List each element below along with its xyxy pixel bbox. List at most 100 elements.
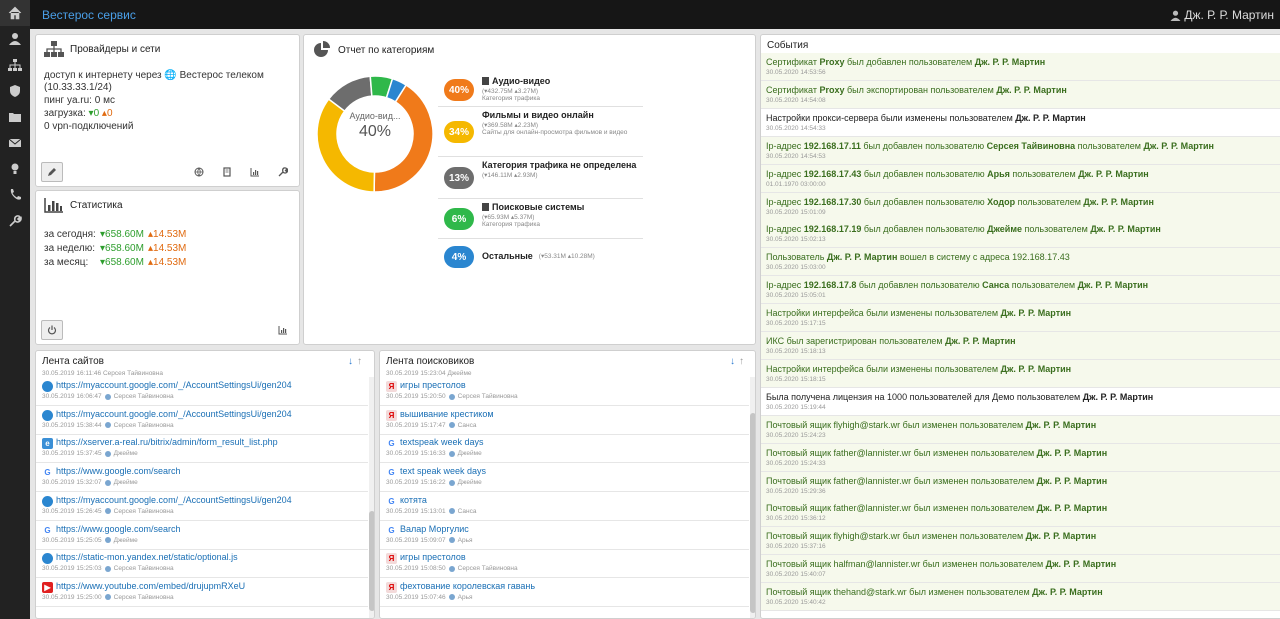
- event-row[interactable]: Настройки прокси-сервера были изменены п…: [761, 109, 1280, 137]
- event-entity: Дж. Р. Р. Мартин: [1000, 308, 1072, 319]
- search-feed-item[interactable]: Явышивание крестиком 30.05.2019 15:17:47 С…: [380, 406, 749, 435]
- site-feed-item[interactable]: https://myaccount.google.com/_/AccountSe…: [36, 492, 368, 521]
- sidebar-item-folder[interactable]: [0, 104, 30, 130]
- user-icon: [448, 422, 455, 429]
- event-row[interactable]: Почтовый ящик father@lannister.wr был из…: [761, 443, 1280, 472]
- sidebar-item-wrench[interactable]: [0, 208, 30, 234]
- stats-chart-button[interactable]: [276, 323, 290, 337]
- site-feed-item[interactable]: Ghttps://www.google.com/search 30.05.2019…: [36, 521, 368, 550]
- category-row[interactable]: 34% Фильмы и видео онлайн (▾369.58M ▴2.23M…: [438, 107, 643, 157]
- event-row[interactable]: Настройки интерфейса были изменены польз…: [761, 304, 1280, 333]
- event-row[interactable]: Ip-адрес 192.168.17.19 был добавлен поль…: [761, 220, 1280, 249]
- site-feed-item[interactable]: ▶ https://www.youtube.com/embed/drujupmRX…: [36, 578, 368, 607]
- sort-down-icon[interactable]: ↓: [730, 356, 735, 367]
- youtube-icon: ▶: [42, 581, 53, 593]
- event-text-part: вошел в систему с адреса 192.168.17.43: [897, 252, 1070, 263]
- search-query[interactable]: Валар Моргулис: [400, 524, 469, 534]
- event-row[interactable]: Пользователь Дж. Р. Р. Мартин вошел в си…: [761, 248, 1280, 277]
- search-feed-item[interactable]: Яфехтование королевская гавань 30.05.2019…: [380, 578, 749, 607]
- sort-up-icon[interactable]: ↑: [357, 356, 362, 367]
- site-url[interactable]: https://www.youtube.com/embed/drujupmRXe…: [56, 581, 245, 591]
- user-icon: [448, 594, 455, 601]
- search-query[interactable]: фехтование королевская гавань: [400, 581, 535, 591]
- site-url[interactable]: https://myaccount.google.com/_/AccountSe…: [56, 409, 292, 419]
- category-name: Категория трафика не определена: [482, 160, 637, 170]
- search-scrollbar[interactable]: [750, 377, 755, 618]
- sidebar-item-sitemap[interactable]: [0, 52, 30, 78]
- event-row[interactable]: Почтовый ящик thehand@stark.wr был измен…: [761, 583, 1280, 612]
- search-query[interactable]: text speak week days: [400, 466, 486, 476]
- globe-button[interactable]: [192, 165, 206, 179]
- power-button[interactable]: [41, 320, 63, 340]
- feed-meta: 30.05.2019 16:06:47 Серсея Тайвиновна: [42, 393, 174, 400]
- site-feed-item[interactable]: https://static-mon.yandex.net/static/opt…: [36, 549, 368, 579]
- event-text-part: Ip-адрес: [766, 140, 804, 151]
- wrench-button[interactable]: [276, 165, 290, 179]
- search-scroll-thumb[interactable]: [750, 413, 755, 613]
- search-query[interactable]: игры престолов: [400, 380, 466, 390]
- search-query[interactable]: котята: [400, 495, 427, 505]
- site-url[interactable]: https://static-mon.yandex.net/static/opt…: [56, 552, 238, 562]
- event-row[interactable]: Почтовый ящик halfman@lannister.wr был и…: [761, 555, 1280, 584]
- event-row[interactable]: Почтовый ящик father@lannister.wr был из…: [761, 471, 1280, 500]
- sidebar-item-envelope[interactable]: [0, 130, 30, 156]
- site-url[interactable]: https://xserver.a-real.ru/bitrix/admin/f…: [56, 437, 278, 447]
- current-user[interactable]: Дж. Р. Р. Мартин: [1170, 8, 1274, 22]
- site-url[interactable]: https://myaccount.google.com/_/AccountSe…: [56, 380, 292, 390]
- search-feed-item[interactable]: Gкотята 30.05.2019 15:13:01 Санса: [380, 492, 749, 521]
- event-row[interactable]: Почтовый ящик flyhigh@stark.wr был измен…: [761, 415, 1280, 444]
- event-row[interactable]: Сертификат Proxy был добавлен пользовате…: [761, 53, 1280, 81]
- sidebar-item-lightbulb[interactable]: [0, 156, 30, 182]
- category-row[interactable]: 4% Остальные (▾53.31M ▴10.28M): [438, 239, 643, 275]
- event-row[interactable]: Ip-адрес 192.168.17.43 был добавлен поль…: [761, 164, 1280, 193]
- site-feed-item[interactable]: https://myaccount.google.com/_/AccountSe…: [36, 377, 368, 406]
- event-row[interactable]: Ip-адрес 192.168.17.11 был добавлен поль…: [761, 136, 1280, 165]
- book-button[interactable]: [220, 165, 234, 179]
- event-row[interactable]: Была получена лицензия на 1000 пользоват…: [761, 388, 1280, 416]
- category-row[interactable]: 13% Категория трафика не определена (▾146.…: [438, 157, 643, 199]
- search-feed-item[interactable]: Яигры престолов 30.05.2019 15:20:50 Серсея…: [380, 377, 749, 406]
- event-row[interactable]: Ip-адрес 192.168.17.30 был добавлен поль…: [761, 192, 1280, 221]
- search-feed-item[interactable]: Яигры престолов 30.05.2019 15:08:50 Серсея…: [380, 549, 749, 579]
- search-feed-item[interactable]: Gtextspeak week days 30.05.2019 15:16:33 Д…: [380, 434, 749, 464]
- sidebar-item-phone[interactable]: [0, 182, 30, 208]
- event-row[interactable]: Настройки интерфейса были изменены польз…: [761, 359, 1280, 388]
- event-row[interactable]: Сертификат Proxy был экспортирован польз…: [761, 80, 1280, 109]
- sidebar-item-shield[interactable]: [0, 78, 30, 104]
- event-row[interactable]: Ip-адрес 192.168.17.8 был добавлен польз…: [761, 276, 1280, 305]
- search-feed-item[interactable]: G Валар Моргулис 30.05.2019 15:09:07 Арья: [380, 521, 749, 550]
- event-row[interactable]: Почтовый ящик father@lannister.wr был из…: [761, 499, 1280, 528]
- event-row[interactable]: Почтовый ящик flyhigh@stark.wr был измен…: [761, 527, 1280, 556]
- site-feed-item[interactable]: e https://xserver.a-real.ru/bitrix/admin/…: [36, 434, 368, 464]
- site-url[interactable]: https://myaccount.google.com/_/AccountSe…: [56, 495, 292, 505]
- event-timestamp: 30.05.2020 15:02:13: [766, 236, 826, 244]
- sort-up-icon[interactable]: ↑: [739, 356, 744, 367]
- search-query[interactable]: вышивание крестиком: [400, 409, 494, 419]
- site-url[interactable]: https://www.google.com/search: [56, 524, 181, 534]
- search-query[interactable]: textspeak week days: [400, 437, 484, 447]
- sidebar-item-user[interactable]: [0, 26, 30, 52]
- provider-name[interactable]: Вестерос телеком: [180, 70, 264, 81]
- user-icon: [448, 450, 455, 457]
- feed-date: 30.05.2019 15:32:07: [42, 479, 102, 487]
- site-url[interactable]: https://www.google.com/search: [56, 466, 181, 476]
- app-title[interactable]: Вестерос сервис: [42, 8, 136, 22]
- site-feed-item[interactable]: Ghttps://www.google.com/search 30.05.2019…: [36, 463, 368, 493]
- feed-date: 30.05.2019 15:09:07: [386, 536, 446, 544]
- category-row[interactable]: 6% Поисковые системы (▾65.93M ▴5.37M) Катег…: [438, 199, 643, 239]
- search-feed-item[interactable]: Gtext speak week days 30.05.2019 15:16:22…: [380, 463, 749, 493]
- sites-scrollbar[interactable]: [369, 377, 374, 618]
- site-feed-item[interactable]: https://myaccount.google.com/_/AccountSe…: [36, 406, 368, 435]
- search-query[interactable]: игры престолов: [400, 552, 466, 562]
- chart-button[interactable]: [248, 165, 262, 179]
- sort-down-icon[interactable]: ↓: [348, 356, 353, 367]
- category-row[interactable]: 40% Аудио-видео (▾432.75M ▴3.27M) Категория…: [438, 73, 643, 107]
- event-row[interactable]: ИКС был зарегистрирован пользователем Дж…: [761, 332, 1280, 360]
- event-text-part: был добавлен пользователю: [861, 168, 988, 179]
- sidebar-item-home[interactable]: [0, 0, 30, 26]
- top-meta-date: 30.05.2019 15:23:04: [386, 370, 446, 377]
- sites-scroll-thumb[interactable]: [369, 511, 374, 611]
- edit-button[interactable]: [41, 162, 63, 182]
- event-timestamp: 30.05.2020 15:18:15: [766, 375, 826, 383]
- feed-meta: 30.05.2019 15:26:45 Серсея Тайвиновна: [42, 508, 174, 515]
